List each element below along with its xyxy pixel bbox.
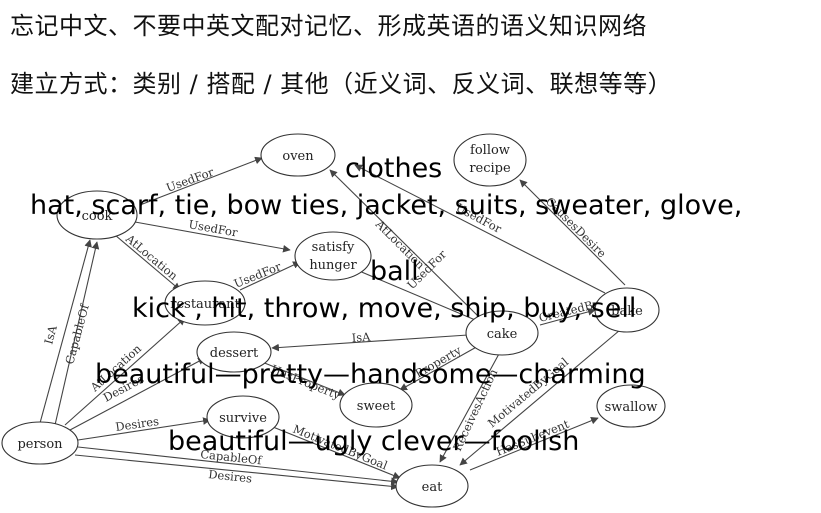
svg-text:sweet: sweet: [357, 399, 396, 414]
overlay-antonyms: beautiful—ugly clever—foolish: [168, 426, 580, 457]
svg-text:recipe: recipe: [469, 161, 511, 176]
overlay-ball-verbs: kick , hit, throw, move, ship, buy, sell: [132, 293, 637, 324]
node-person: person: [1, 421, 79, 465]
svg-text:oven: oven: [282, 149, 314, 164]
overlay-clothes-items: hat, scarf, tie, bow ties, jacket, suits…: [30, 190, 743, 221]
edge-label-person-survive: Desires: [114, 414, 159, 434]
node-swallow: swallow: [596, 384, 666, 428]
svg-text:hunger: hunger: [309, 258, 357, 273]
svg-text:person: person: [17, 437, 63, 452]
edge-label-person-cook-capable: CapableOf: [62, 302, 92, 366]
edge-label-cook-restaurant: AtLocation: [122, 231, 181, 283]
edge-label-person-eat-desires: Desires: [208, 467, 253, 486]
node-follow-recipe: follow recipe: [453, 133, 527, 187]
node-satisfy-hunger: satisfy hunger: [294, 231, 372, 281]
svg-text:eat: eat: [422, 480, 443, 495]
svg-text:cake: cake: [487, 327, 518, 342]
edge-label-cake-dessert: IsA: [351, 330, 371, 345]
edge-label-restaurant-satisfy: UsedFor: [232, 259, 284, 291]
edge-label-person-cook-isa: IsA: [41, 323, 60, 345]
svg-text:follow: follow: [470, 143, 510, 158]
node-oven: oven: [260, 133, 336, 177]
overlay-synonyms: beautiful—pretty—handsome—charming: [95, 359, 646, 390]
node-eat: eat: [395, 464, 469, 508]
overlay-clothes: clothes: [345, 153, 443, 184]
overlay-ball: ball: [370, 256, 419, 287]
svg-text:survive: survive: [219, 411, 267, 426]
svg-text:satisfy: satisfy: [312, 240, 355, 255]
svg-text:swallow: swallow: [605, 400, 658, 415]
